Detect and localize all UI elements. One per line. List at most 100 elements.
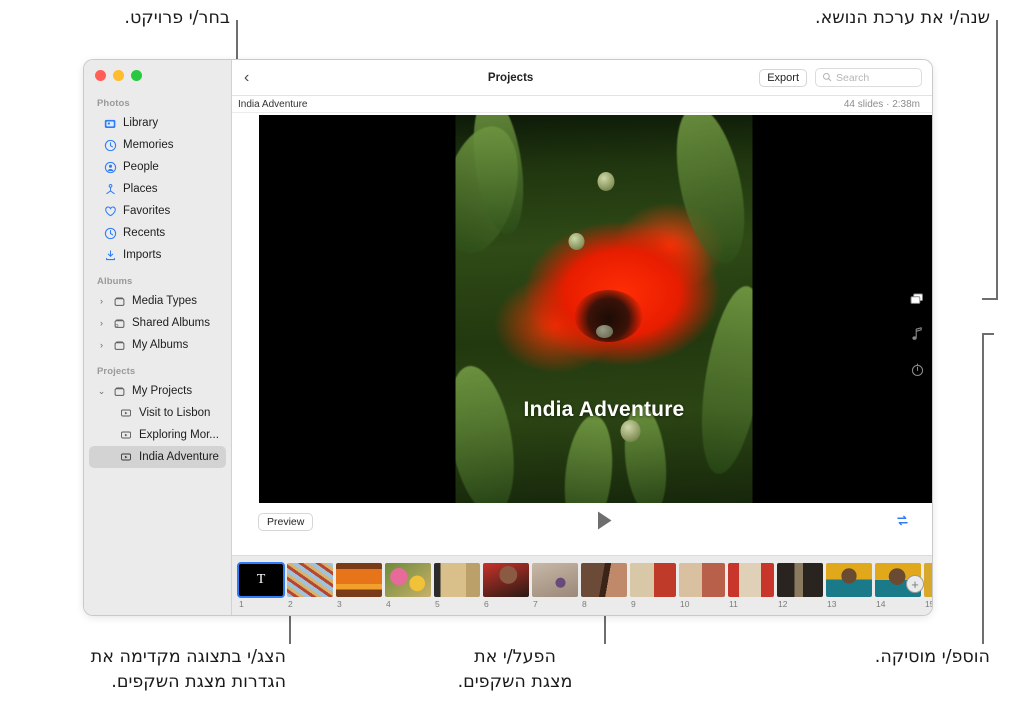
- theme-button[interactable]: [908, 290, 926, 308]
- slide-title-text: India Adventure: [259, 398, 932, 422]
- thumbnail-number: 2: [287, 599, 333, 609]
- sidebar-item-india-adventure[interactable]: India Adventure: [89, 446, 226, 468]
- sidebar-item-label: Imports: [123, 249, 161, 261]
- thumbnail-8[interactable]: 8: [581, 563, 627, 609]
- thumbnail-image: [532, 563, 578, 597]
- thumbnail-image: [336, 563, 382, 597]
- sidebar-item-label: India Adventure: [139, 451, 219, 463]
- sidebar-item-label: Favorites: [123, 205, 170, 217]
- thumbnail-number: 5: [434, 599, 480, 609]
- annotation-bottom-left: הצג/י בתצוגה מקדימה את הגדרות מצגת השקפי…: [8, 645, 286, 696]
- music-note-icon: [910, 326, 924, 342]
- memories-icon: [103, 138, 117, 152]
- search-input[interactable]: Search: [815, 68, 922, 87]
- sidebar-item-label: My Projects: [132, 385, 192, 397]
- thumbnail-number: 12: [777, 599, 823, 609]
- thumbnail-15[interactable]: 15: [924, 563, 932, 609]
- add-slide-button[interactable]: +: [906, 575, 924, 593]
- thumbnail-2[interactable]: 2: [287, 563, 333, 609]
- theme-icon: [909, 292, 925, 306]
- music-button[interactable]: [908, 325, 926, 343]
- folder-icon: [112, 294, 126, 308]
- minimize-button[interactable]: [113, 70, 124, 81]
- sidebar-item-shared-albums[interactable]: › Shared Albums: [89, 312, 226, 334]
- sidebar-item-label: Exploring Mor...: [139, 429, 219, 441]
- thumbnail-7[interactable]: 7: [532, 563, 578, 609]
- thumbnail-image: [777, 563, 823, 597]
- duration-button[interactable]: [908, 360, 926, 378]
- shared-folder-icon: [112, 316, 126, 330]
- search-icon: [822, 69, 832, 87]
- photos-app-window: Photos Library Memories People Places: [84, 60, 932, 615]
- sidebar-item-places[interactable]: Places: [89, 178, 226, 200]
- clock-icon: [103, 226, 117, 240]
- thumbnail-4[interactable]: 4: [385, 563, 431, 609]
- export-button[interactable]: Export: [759, 69, 807, 87]
- thumbnail-5[interactable]: 5: [434, 563, 480, 609]
- folder-icon: [112, 338, 126, 352]
- slide-photo: [456, 115, 753, 503]
- thumbnail-3[interactable]: 3: [336, 563, 382, 609]
- sidebar-item-favorites[interactable]: Favorites: [89, 200, 226, 222]
- play-button[interactable]: [596, 510, 613, 536]
- sidebar-item-media-types[interactable]: › Media Types: [89, 290, 226, 312]
- sidebar-item-visit-to-lisbon[interactable]: Visit to Lisbon: [89, 402, 226, 424]
- sidebar-item-label: Media Types: [132, 295, 197, 307]
- thumbnail-title-slide: T: [238, 563, 284, 597]
- sidebar-item-my-albums[interactable]: › My Albums: [89, 334, 226, 356]
- thumbnail-1[interactable]: T 1: [238, 563, 284, 609]
- import-icon: [103, 248, 117, 262]
- thumbnail-number: 15: [924, 599, 932, 609]
- thumbnail-image: [287, 563, 333, 597]
- chevron-down-icon[interactable]: ⌄: [97, 387, 106, 396]
- close-button[interactable]: [95, 70, 106, 81]
- people-icon: [103, 160, 117, 174]
- sidebar-item-my-projects[interactable]: ⌄ My Projects: [89, 380, 226, 402]
- info-bar: India Adventure 44 slides · 2:38m: [232, 96, 932, 113]
- thumbnail-image: [434, 563, 480, 597]
- sidebar-item-exploring-mor[interactable]: Exploring Mor...: [89, 424, 226, 446]
- preview-button[interactable]: Preview: [258, 513, 313, 531]
- play-icon: [596, 510, 613, 531]
- thumbnail-image: [385, 563, 431, 597]
- filmstrip[interactable]: T 1 2 3 4 5: [232, 555, 932, 615]
- thumbnail-12[interactable]: 12: [777, 563, 823, 609]
- leader-line-bottom-right: [982, 334, 984, 644]
- leader-line-bottom-right-arm: [982, 333, 994, 335]
- thumbnail-number: 1: [238, 599, 284, 609]
- back-button[interactable]: ‹: [244, 70, 262, 86]
- loop-icon: [895, 513, 910, 528]
- search-placeholder: Search: [836, 72, 869, 84]
- annotation-top-right: שנה/י את ערכת הנושא.: [740, 6, 990, 31]
- sidebar-item-label: Recents: [123, 227, 165, 239]
- zoom-button[interactable]: [131, 70, 142, 81]
- playback-controls: Preview: [232, 505, 932, 543]
- sidebar-section-albums-title: Albums: [84, 266, 231, 290]
- leader-line-top-right-arm: [982, 298, 998, 300]
- preview-stage: India Adventure Preview: [232, 113, 932, 555]
- chevron-right-icon[interactable]: ›: [97, 297, 106, 306]
- thumbnail-number: 7: [532, 599, 578, 609]
- sidebar-item-recents[interactable]: Recents: [89, 222, 226, 244]
- slide-canvas[interactable]: India Adventure: [259, 115, 932, 503]
- thumbnail-number: 8: [581, 599, 627, 609]
- screenshot-page: בחר/י פרויקט. שנה/י את ערכת הנושא. הצג/י…: [0, 0, 1016, 716]
- chevron-right-icon[interactable]: ›: [97, 319, 106, 328]
- inspector-rail: [902, 114, 932, 378]
- sidebar-item-memories[interactable]: Memories: [89, 134, 226, 156]
- duration-timer-icon: [910, 362, 925, 377]
- loop-button[interactable]: [895, 513, 910, 533]
- sidebar-item-library[interactable]: Library: [89, 112, 226, 134]
- thumbnail-image: [483, 563, 529, 597]
- thumbnail-image: [826, 563, 872, 597]
- sidebar-item-people[interactable]: People: [89, 156, 226, 178]
- chevron-right-icon[interactable]: ›: [97, 341, 106, 350]
- sidebar-item-label: Memories: [123, 139, 173, 151]
- folder-icon: [112, 384, 126, 398]
- thumbnail-11[interactable]: 11: [728, 563, 774, 609]
- thumbnail-13[interactable]: 13: [826, 563, 872, 609]
- thumbnail-10[interactable]: 10: [679, 563, 725, 609]
- sidebar-item-imports[interactable]: Imports: [89, 244, 226, 266]
- thumbnail-9[interactable]: 9: [630, 563, 676, 609]
- thumbnail-6[interactable]: 6: [483, 563, 529, 609]
